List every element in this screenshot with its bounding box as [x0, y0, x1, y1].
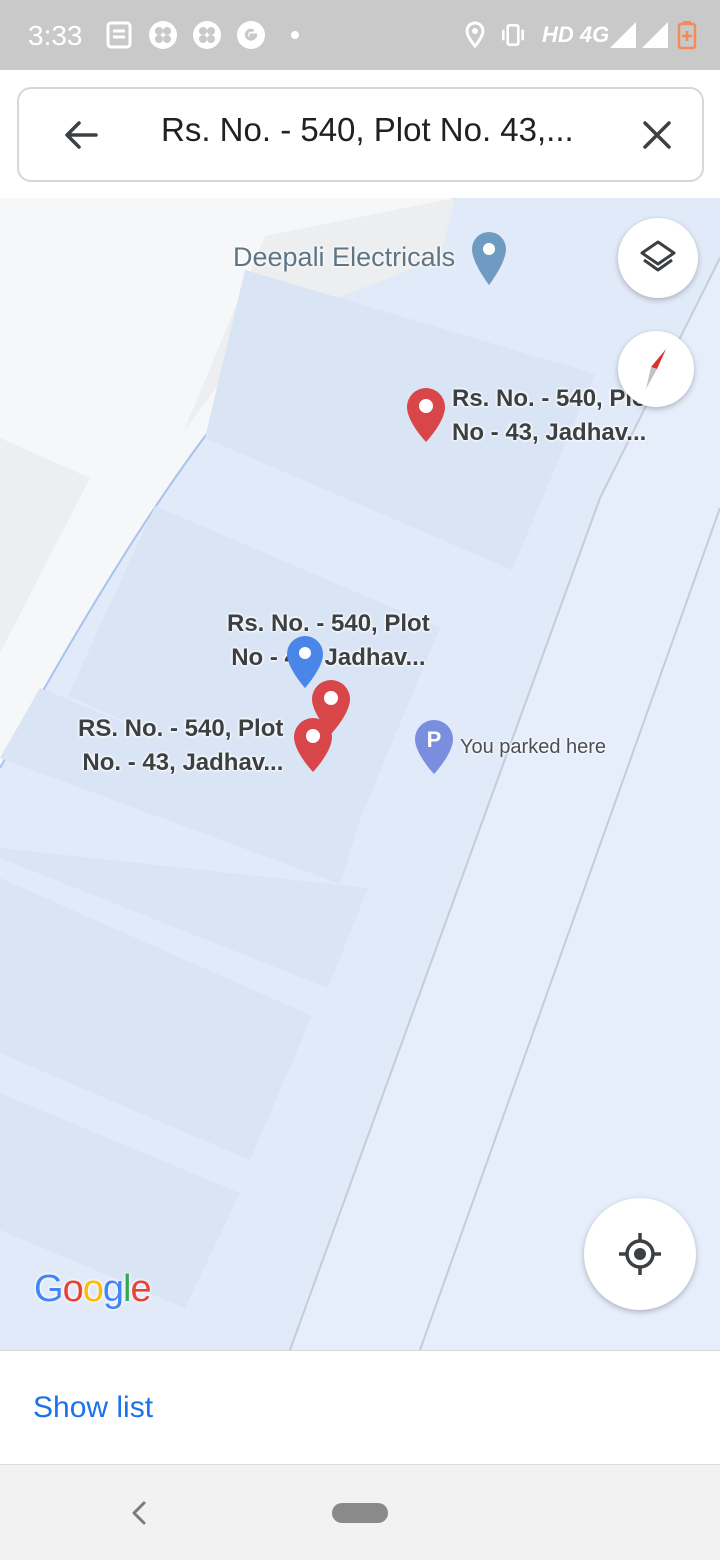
my-location-button[interactable] [584, 1198, 696, 1310]
network-label: HD 4G [542, 22, 610, 47]
back-button[interactable] [53, 107, 109, 163]
search-bar[interactable]: Rs. No. - 540, Plot No. 43,... [17, 87, 704, 182]
my-location-icon [619, 1233, 661, 1275]
fan-icon [149, 21, 177, 49]
news-icon [106, 21, 132, 49]
marker-label[interactable]: RS. No. - 540, Plot No. - 43, Jadhav... [78, 712, 283, 780]
compass-icon [646, 349, 666, 389]
layers-button[interactable] [618, 218, 698, 298]
google-logo-letter: o [62, 1268, 84, 1310]
layers-icon [640, 240, 676, 272]
marker-label[interactable]: Rs. No. - 540, Plo No - 43, Jadhav... [452, 382, 647, 450]
status-time: 3:33 [28, 20, 83, 51]
nav-back-icon[interactable] [124, 1495, 154, 1531]
google-logo-letter: o [82, 1268, 104, 1310]
status-bar: 3:33 HD 4G [0, 0, 720, 70]
google-logo-letter: g [102, 1268, 124, 1310]
google-g-icon [237, 21, 265, 49]
show-list-button[interactable]: Show list [33, 1391, 153, 1425]
battery-icon [677, 21, 697, 50]
search-query[interactable]: Rs. No. - 540, Plot No. 43,... [161, 111, 601, 149]
parking-label[interactable]: You parked here [460, 736, 606, 759]
map-view[interactable]: Deepali Electricals Rs. No. - 540, Plo N… [0, 198, 720, 1350]
compass-button[interactable] [618, 331, 694, 407]
home-pill-icon[interactable] [332, 1503, 388, 1523]
location-icon [465, 21, 485, 49]
bottom-sheet: Show list [0, 1350, 720, 1464]
vibrate-icon [501, 23, 525, 47]
signal-icon [610, 22, 636, 48]
dot-icon [291, 31, 299, 39]
clear-button[interactable] [629, 107, 685, 163]
svg-text:P: P [427, 727, 442, 752]
signal-icon [642, 22, 668, 48]
google-logo: Google [34, 1268, 152, 1311]
red-marker-icon[interactable] [405, 386, 447, 444]
google-logo-letter: G [34, 1268, 64, 1310]
fan-icon [193, 21, 221, 49]
close-icon [643, 121, 671, 149]
arrow-left-icon [65, 121, 98, 149]
marker-label[interactable]: Rs. No. - 540, Plot No - 43, Jadhav... [227, 607, 430, 675]
red-marker-icon[interactable] [292, 716, 334, 774]
parking-marker-icon[interactable]: P [413, 718, 455, 776]
google-logo-letter: e [130, 1268, 151, 1310]
poi-label[interactable]: Deepali Electricals [233, 242, 455, 273]
poi-pin-icon[interactable] [470, 230, 508, 288]
nav-bar [0, 1464, 720, 1560]
